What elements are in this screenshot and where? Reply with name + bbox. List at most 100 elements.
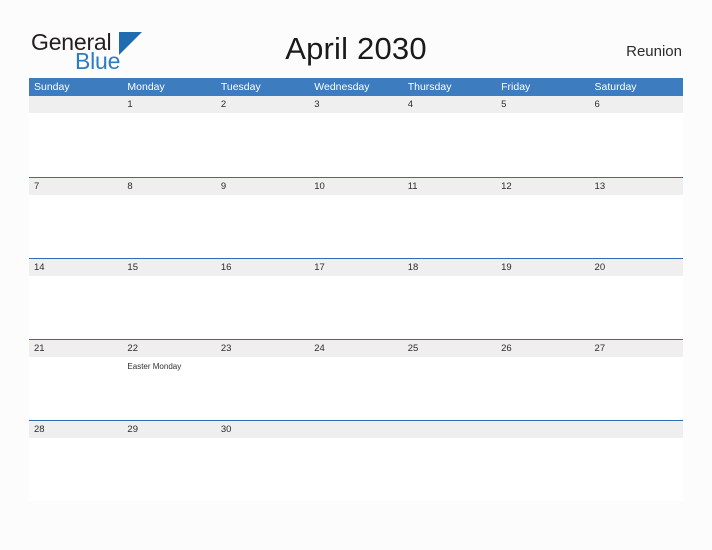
weekday-header-monday: Monday [127, 81, 165, 93]
day-number: 28 [34, 424, 45, 435]
day-number: 12 [501, 181, 512, 192]
day-number: 11 [407, 181, 418, 192]
day-number: 8 [127, 181, 133, 192]
day-number-band: 12 [496, 178, 590, 195]
day-number-band: 3 [309, 96, 403, 113]
day-events [122, 276, 215, 280]
day-cell-17[interactable]: 17 [309, 259, 403, 339]
day-cell-empty[interactable] [589, 421, 683, 501]
day-cell-15[interactable]: 15 [122, 259, 216, 339]
day-cell-4[interactable]: 4 [402, 96, 497, 177]
day-cell-14[interactable]: 14 [29, 259, 123, 339]
day-cell-27[interactable]: 27 [589, 340, 683, 420]
day-cell-empty[interactable] [496, 421, 590, 501]
day-cell-18[interactable]: 18 [402, 259, 497, 339]
day-cell-6[interactable]: 6 [589, 96, 683, 177]
day-number-band: 7 [29, 178, 123, 195]
day-cell-30[interactable]: 30 [215, 421, 310, 501]
event-item[interactable]: Easter Monday [127, 361, 211, 372]
day-number-band [589, 421, 683, 438]
day-events [590, 438, 683, 442]
weekday-header-thursday: Thursday [407, 81, 452, 93]
page-header: General Blue April 2030 Reunion [0, 0, 712, 78]
day-events [309, 195, 402, 199]
day-events [29, 113, 122, 117]
weekday-header-row: Sunday Monday Tuesday Wednesday Thursday Frid… [29, 78, 683, 96]
day-events [29, 276, 122, 280]
day-number: 24 [314, 343, 325, 354]
day-cell-5[interactable]: 5 [496, 96, 590, 177]
day-cell-empty[interactable] [29, 96, 123, 177]
day-cell-2[interactable]: 2 [215, 96, 310, 177]
day-cell-7[interactable]: 7 [29, 178, 123, 258]
day-events [216, 438, 309, 442]
day-events [216, 357, 309, 361]
day-number-band: 10 [309, 178, 403, 195]
day-number-band: 17 [309, 259, 403, 276]
calendar-week-row: 21 22 Easter Monday 23 24 25 26 27 [29, 339, 683, 420]
day-events [590, 113, 683, 117]
day-number: 7 [34, 181, 40, 192]
day-number-band: 26 [496, 340, 590, 357]
day-number-band: 6 [589, 96, 683, 113]
day-cell-29[interactable]: 29 [122, 421, 216, 501]
day-events [29, 357, 122, 361]
day-number-band: 25 [402, 340, 497, 357]
weekday-header-sunday: Sunday [34, 81, 70, 93]
day-cell-23[interactable]: 23 [215, 340, 310, 420]
day-number-band: 28 [29, 421, 123, 438]
day-cell-16[interactable]: 16 [215, 259, 310, 339]
locale-label: Reunion [626, 43, 682, 60]
day-cell-empty[interactable] [309, 421, 403, 501]
day-cell-20[interactable]: 20 [589, 259, 683, 339]
day-number-band: 21 [29, 340, 123, 357]
day-number-band: 13 [589, 178, 683, 195]
day-number-band: 14 [29, 259, 123, 276]
day-number: 20 [594, 262, 606, 273]
day-cell-12[interactable]: 12 [496, 178, 590, 258]
calendar-weeks: 1 2 3 4 5 6 7 8 9 10 11 12 13 14 15 16 17 18 19 20 21 22 Easte… [29, 96, 683, 501]
day-number: 1 [127, 99, 133, 110]
day-cell-1[interactable]: 1 [122, 96, 216, 177]
day-number: 21 [34, 343, 45, 354]
day-events [496, 276, 589, 280]
day-cell-3[interactable]: 3 [309, 96, 403, 177]
day-events [403, 438, 496, 442]
page-title: April 2030 [285, 31, 427, 66]
day-number-band: 24 [309, 340, 403, 357]
day-cell-empty[interactable] [402, 421, 497, 501]
day-cell-11[interactable]: 11 [402, 178, 497, 258]
day-number: 15 [127, 262, 138, 273]
calendar-week-row: 28 29 30 [29, 420, 683, 501]
day-number-band: 23 [215, 340, 310, 357]
day-number-band: 30 [215, 421, 310, 438]
day-cell-24[interactable]: 24 [309, 340, 403, 420]
day-number: 5 [501, 99, 507, 110]
day-cell-13[interactable]: 13 [589, 178, 683, 258]
day-number-band [29, 96, 123, 113]
day-number-band: 27 [589, 340, 683, 357]
day-cell-9[interactable]: 9 [215, 178, 310, 258]
day-cell-28[interactable]: 28 [29, 421, 123, 501]
day-cell-25[interactable]: 25 [402, 340, 497, 420]
day-cell-8[interactable]: 8 [122, 178, 216, 258]
day-number-band: 15 [122, 259, 216, 276]
weekday-header-friday: Friday [501, 81, 531, 93]
day-cell-10[interactable]: 10 [309, 178, 403, 258]
day-events [309, 357, 402, 361]
day-events [403, 195, 496, 199]
day-number-band: 9 [215, 178, 310, 195]
day-cell-21[interactable]: 21 [29, 340, 123, 420]
day-events: Easter Monday [122, 357, 215, 372]
weekday-header-saturday: Saturday [594, 81, 637, 93]
day-number-band [309, 421, 403, 438]
day-number: 17 [314, 262, 325, 273]
day-cell-26[interactable]: 26 [496, 340, 590, 420]
day-events [309, 113, 402, 117]
day-cell-22[interactable]: 22 Easter Monday [122, 340, 216, 420]
day-events [496, 113, 589, 117]
calendar-week-row: 14 15 16 17 18 19 20 [29, 258, 683, 339]
day-number: 30 [220, 424, 232, 435]
day-cell-19[interactable]: 19 [496, 259, 590, 339]
day-number-band: 29 [122, 421, 216, 438]
